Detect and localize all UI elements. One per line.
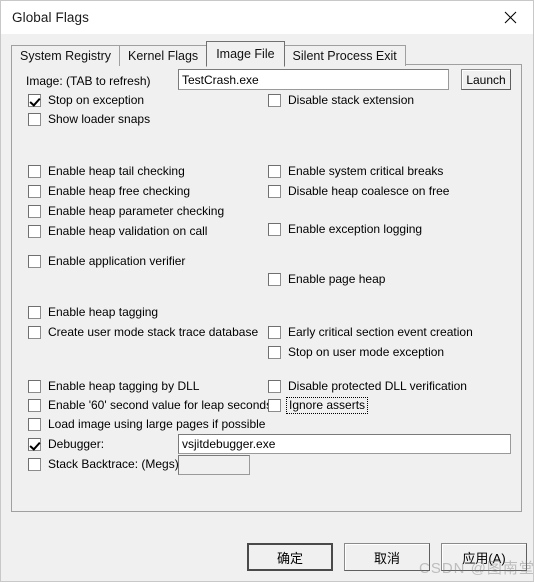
checkbox-label: Load image using large pages if possible	[48, 417, 266, 431]
checkbox-box[interactable]	[268, 326, 281, 339]
checkbox-enable-heap-tagging-by-dll[interactable]: Enable heap tagging by DLL	[28, 380, 199, 393]
checkbox-show-loader-snaps[interactable]: Show loader snaps	[28, 113, 150, 126]
page-title: Global Flags	[12, 9, 89, 25]
checkbox-label: Enable heap tagging by DLL	[48, 379, 200, 393]
checkbox-box[interactable]	[28, 306, 41, 319]
checkbox-box[interactable]	[28, 205, 41, 218]
checkbox-box[interactable]	[28, 418, 41, 431]
checkbox-box[interactable]	[28, 165, 41, 178]
checkbox-label: Enable heap tail checking	[48, 164, 185, 178]
checkbox-box[interactable]	[268, 223, 281, 236]
tab-system-registry[interactable]: System Registry	[11, 45, 120, 66]
checkbox-label: Debugger:	[48, 437, 105, 451]
tab-silent-process-exit[interactable]: Silent Process Exit	[283, 45, 406, 66]
checkbox-load-image-using-large-pages[interactable]: Load image using large pages if possible	[28, 418, 265, 431]
checkbox-box[interactable]	[28, 225, 41, 238]
cancel-button[interactable]: 取消	[344, 543, 430, 571]
checkbox-stop-on-exception[interactable]: Stop on exception	[28, 94, 144, 107]
checkbox-stack-backtrace[interactable]: Stack Backtrace: (Megs)	[28, 458, 179, 471]
checkbox-label: Enable application verifier	[48, 254, 186, 268]
close-icon[interactable]	[488, 1, 533, 33]
checkbox-label: Enable heap validation on call	[48, 224, 208, 238]
checkbox-label: Enable exception logging	[288, 222, 423, 236]
tab-strip: System Registry Kernel Flags Image File …	[11, 41, 406, 67]
checkbox-label: Stop on user mode exception	[288, 345, 445, 359]
checkbox-label: Enable heap tagging	[48, 305, 159, 319]
checkbox-label: Enable heap free checking	[48, 184, 191, 198]
checkbox-box[interactable]	[268, 273, 281, 286]
stack-backtrace-input[interactable]	[178, 455, 250, 475]
checkbox-disable-protected-dll-verification[interactable]: Disable protected DLL verification	[268, 380, 467, 393]
checkbox-label: Enable page heap	[288, 272, 386, 286]
launch-button[interactable]: Launch	[461, 69, 511, 90]
checkbox-stop-on-user-mode-exception[interactable]: Stop on user mode exception	[268, 346, 444, 359]
image-path-label: Image: (TAB to refresh)	[26, 74, 151, 88]
checkbox-enable-heap-validation-on-call[interactable]: Enable heap validation on call	[28, 225, 207, 238]
checkbox-label: Enable system critical breaks	[288, 164, 444, 178]
checkbox-enable-exception-logging[interactable]: Enable exception logging	[268, 223, 422, 236]
checkbox-label: Create user mode stack trace database	[48, 325, 259, 339]
checkbox-ignore-asserts[interactable]: Ignore asserts	[268, 397, 369, 414]
global-flags-dialog: Global Flags System Registry Kernel Flag…	[0, 0, 534, 582]
checkbox-enable-heap-parameter-checking[interactable]: Enable heap parameter checking	[28, 205, 224, 218]
checkbox-box[interactable]	[268, 185, 281, 198]
checkbox-label: Stack Backtrace: (Megs)	[48, 457, 179, 471]
checkbox-box[interactable]	[28, 458, 41, 471]
checkbox-box[interactable]	[28, 94, 41, 107]
checkbox-enable-system-critical-breaks[interactable]: Enable system critical breaks	[268, 165, 443, 178]
checkbox-label: Early critical section event creation	[288, 325, 473, 339]
checkbox-box[interactable]	[268, 165, 281, 178]
checkbox-label: Disable heap coalesce on free	[288, 184, 450, 198]
checkbox-label: Disable protected DLL verification	[288, 379, 467, 393]
checkbox-box[interactable]	[28, 438, 41, 451]
checkbox-label: Enable '60' second value for leap second…	[48, 398, 273, 412]
checkbox-box[interactable]	[268, 94, 281, 107]
checkbox-label: Stop on exception	[48, 93, 145, 107]
checkbox-enable-heap-tail-checking[interactable]: Enable heap tail checking	[28, 165, 185, 178]
tab-image-file[interactable]: Image File	[206, 41, 285, 67]
checkbox-enable-application-verifier[interactable]: Enable application verifier	[28, 255, 185, 268]
dialog-footer: 确定 取消 应用(A)	[1, 512, 534, 583]
checkbox-box[interactable]	[28, 255, 41, 268]
checkbox-early-critical-section-event-creation[interactable]: Early critical section event creation	[268, 326, 473, 339]
debugger-path-input[interactable]	[178, 434, 511, 454]
checkbox-enable-page-heap[interactable]: Enable page heap	[268, 273, 385, 286]
checkbox-enable-60-second-value-for-leap-seconds[interactable]: Enable '60' second value for leap second…	[28, 399, 272, 412]
checkbox-box[interactable]	[28, 326, 41, 339]
checkbox-create-user-mode-stack-trace-database[interactable]: Create user mode stack trace database	[28, 326, 258, 339]
checkbox-disable-stack-extension[interactable]: Disable stack extension	[268, 94, 414, 107]
ok-button[interactable]: 确定	[247, 543, 333, 571]
checkbox-box[interactable]	[28, 185, 41, 198]
image-file-panel: Image: (TAB to refresh) Launch Stop on e…	[11, 64, 522, 512]
checkbox-box[interactable]	[28, 113, 41, 126]
checkbox-box[interactable]	[268, 380, 281, 393]
checkbox-label: Disable stack extension	[288, 93, 415, 107]
checkbox-label: Show loader snaps	[48, 112, 151, 126]
image-path-input[interactable]	[178, 69, 449, 90]
checkbox-box[interactable]	[28, 380, 41, 393]
apply-button[interactable]: 应用(A)	[441, 543, 527, 571]
checkbox-debugger[interactable]: Debugger:	[28, 438, 104, 451]
checkbox-enable-heap-tagging[interactable]: Enable heap tagging	[28, 306, 158, 319]
checkbox-disable-heap-coalesce-on-free[interactable]: Disable heap coalesce on free	[268, 185, 449, 198]
checkbox-label: Ignore asserts	[285, 397, 369, 414]
checkbox-label: Enable heap parameter checking	[48, 204, 225, 218]
checkbox-box[interactable]	[268, 399, 281, 412]
title-bar: Global Flags	[1, 1, 533, 34]
tab-kernel-flags[interactable]: Kernel Flags	[119, 45, 208, 66]
checkbox-box[interactable]	[28, 399, 41, 412]
checkbox-box[interactable]	[268, 346, 281, 359]
checkbox-enable-heap-free-checking[interactable]: Enable heap free checking	[28, 185, 190, 198]
